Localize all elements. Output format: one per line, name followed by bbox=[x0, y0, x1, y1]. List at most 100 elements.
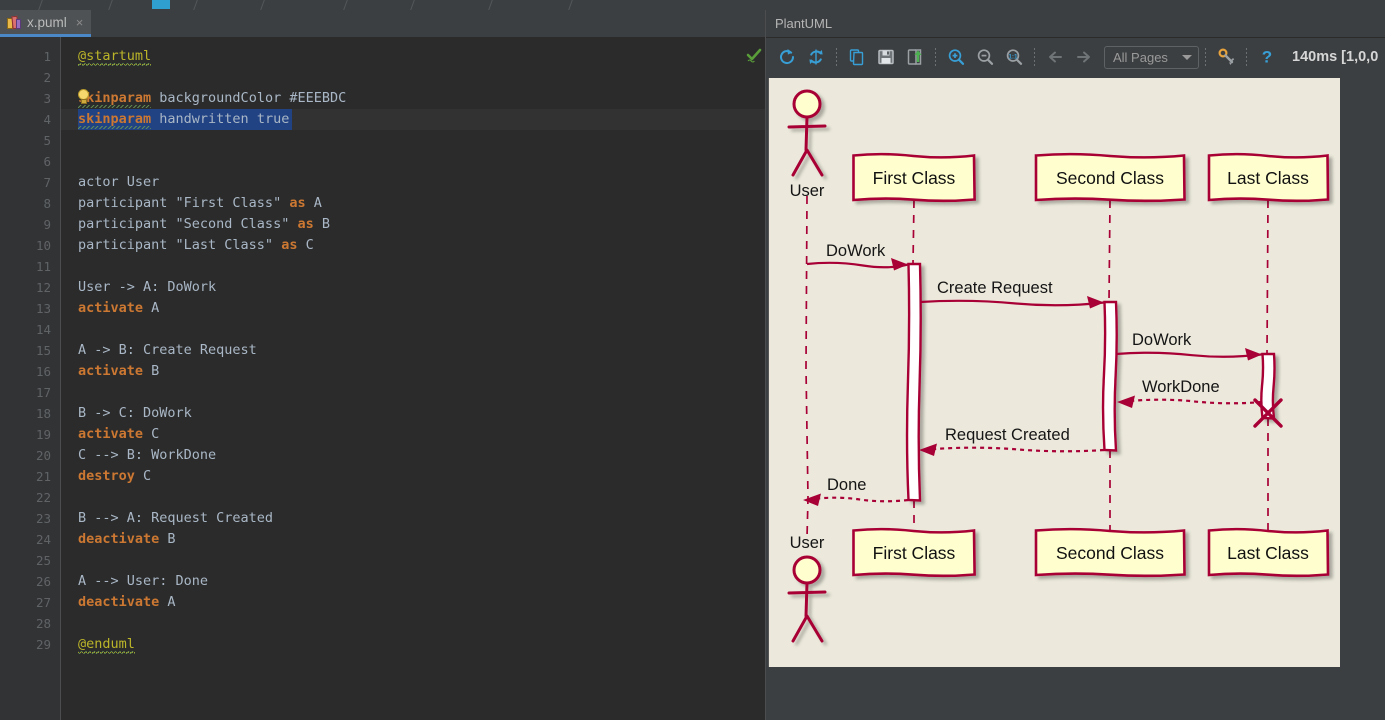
settings-button[interactable] bbox=[1212, 43, 1240, 71]
line-number-gutter[interactable]: 1 2 3 4 5 6 7 8 9 10 11 12 13 14 15 16 17 18 19 20 21 22 23 24 2… bbox=[0, 37, 60, 720]
editor-tab-label: x.puml bbox=[27, 14, 67, 30]
code-token: participant "Last Class" bbox=[78, 237, 282, 253]
refresh-button[interactable] bbox=[773, 43, 801, 71]
code-token: handwritten true bbox=[151, 111, 290, 127]
zoom-out-button[interactable] bbox=[971, 43, 999, 71]
code-token: C --> B: WorkDone bbox=[78, 447, 217, 463]
code-line[interactable]: actor User bbox=[78, 172, 159, 193]
next-page-button[interactable] bbox=[1070, 43, 1098, 71]
code-line[interactable]: @enduml bbox=[78, 634, 135, 655]
code-line[interactable]: B --> A: Request Created bbox=[78, 508, 273, 529]
code-token: skinparam bbox=[78, 111, 152, 127]
code-line[interactable]: activate A bbox=[78, 298, 159, 319]
code-token: backgroundColor #EEEBDC bbox=[151, 90, 347, 106]
code-line[interactable]: activate C bbox=[78, 424, 159, 445]
line-number: 28 bbox=[35, 616, 51, 631]
code-line[interactable]: destroy C bbox=[78, 466, 151, 487]
code-token: actor User bbox=[78, 174, 160, 190]
code-line[interactable]: A --> User: Done bbox=[78, 571, 208, 592]
export-button[interactable] bbox=[901, 43, 929, 71]
code-token: A bbox=[305, 195, 322, 211]
message-label-dowork-2: DoWork bbox=[1132, 331, 1192, 349]
line-number: 18 bbox=[35, 406, 51, 421]
reload-button[interactable] bbox=[802, 43, 830, 71]
activation-bar-first-class bbox=[905, 262, 922, 502]
participant-label-first-class-top: First Class bbox=[873, 168, 956, 188]
plantuml-header: PlantUML bbox=[766, 10, 1385, 38]
code-line[interactable]: participant "Last Class" as C bbox=[78, 235, 314, 256]
zoom-in-button[interactable] bbox=[942, 43, 970, 71]
code-line[interactable]: User -> A: DoWork bbox=[78, 277, 216, 298]
code-editor-area[interactable]: @startuml skinparam backgroundColor #EEEB… bbox=[61, 37, 766, 720]
line-number: 9 bbox=[43, 217, 51, 232]
line-number: 13 bbox=[35, 301, 51, 316]
line-number: 21 bbox=[35, 469, 51, 484]
prev-page-button[interactable] bbox=[1041, 43, 1069, 71]
line-number: 14 bbox=[35, 322, 51, 337]
render-status-text: 140ms [1,0,0 bbox=[1292, 49, 1379, 65]
message-label-request-created: Request Created bbox=[945, 426, 1070, 444]
help-button[interactable]: ? bbox=[1253, 43, 1281, 71]
lightbulb-icon[interactable] bbox=[76, 89, 91, 106]
copy-button[interactable] bbox=[843, 43, 871, 71]
activation-bar-second-class bbox=[1101, 300, 1118, 452]
close-icon[interactable]: × bbox=[76, 15, 84, 30]
lifeline-user bbox=[805, 195, 809, 539]
actor-label-user-top: User bbox=[790, 182, 825, 200]
code-token: B bbox=[159, 531, 176, 547]
line-number: 3 bbox=[43, 91, 51, 106]
line-number: 2 bbox=[43, 70, 51, 85]
toolbar-separator bbox=[935, 47, 936, 67]
code-line[interactable]: deactivate B bbox=[78, 529, 176, 550]
code-line[interactable]: A -> B: Create Request bbox=[78, 340, 257, 361]
code-line[interactable]: C --> B: WorkDone bbox=[78, 445, 216, 466]
save-button[interactable] bbox=[872, 43, 900, 71]
line-number: 23 bbox=[35, 511, 51, 526]
code-token: deactivate bbox=[78, 594, 160, 610]
zoom-actual-size-button[interactable]: 1:1 bbox=[1000, 43, 1028, 71]
app-window: x.puml × 1 2 3 4 5 6 7 8 9 10 11 12 13 14 15 16 17 18 19 20… bbox=[0, 0, 1385, 720]
code-token: A bbox=[159, 594, 176, 610]
line-number: 27 bbox=[35, 595, 51, 610]
pages-dropdown[interactable]: All Pages bbox=[1104, 45, 1199, 69]
code-line[interactable]: deactivate A bbox=[78, 592, 176, 613]
toolbar-separator bbox=[836, 47, 837, 67]
code-line[interactable]: skinparam handwritten true bbox=[78, 109, 289, 130]
participant-label-second-class-top: Second Class bbox=[1056, 168, 1164, 188]
code-token: participant "Second Class" bbox=[78, 216, 298, 232]
code-line[interactable]: activate B bbox=[78, 361, 159, 382]
code-token: C bbox=[134, 468, 152, 484]
svg-text:?: ? bbox=[1262, 48, 1272, 67]
pages-dropdown-value: All Pages bbox=[1113, 49, 1168, 65]
line-number: 8 bbox=[43, 196, 51, 211]
message-dowork-user-to-a: DoWork bbox=[806, 242, 909, 271]
participant-label-last-class-top: Last Class bbox=[1227, 168, 1309, 188]
code-line[interactable]: @startuml bbox=[78, 46, 152, 67]
code-token: activate bbox=[78, 363, 144, 379]
code-line[interactable]: participant "Second Class" as B bbox=[78, 214, 330, 235]
green-check-icon[interactable] bbox=[746, 48, 762, 64]
editor-tab-x-puml[interactable]: x.puml × bbox=[0, 10, 92, 37]
message-label-done: Done bbox=[827, 476, 866, 494]
code-token: A bbox=[143, 300, 160, 316]
participant-label-last-class-bottom: Last Class bbox=[1227, 543, 1309, 563]
line-number: 11 bbox=[35, 259, 51, 274]
message-request-created: Request Created bbox=[919, 426, 1105, 456]
code-token: A -> B: Create Request bbox=[78, 342, 257, 358]
code-line[interactable]: skinparam backgroundColor #EEEBDC bbox=[78, 88, 346, 109]
line-number: 20 bbox=[35, 448, 51, 463]
line-number: 24 bbox=[35, 532, 51, 547]
line-number: 26 bbox=[35, 574, 51, 589]
message-done: Done bbox=[803, 476, 909, 506]
code-token: C bbox=[297, 237, 314, 253]
code-line[interactable]: B -> C: DoWork bbox=[78, 403, 192, 424]
code-token: deactivate bbox=[78, 531, 160, 547]
svg-text:1:1: 1:1 bbox=[1008, 53, 1018, 60]
code-token: activate bbox=[78, 426, 144, 442]
code-line[interactable]: participant "First Class" as A bbox=[78, 193, 322, 214]
message-create-request: Create Request bbox=[919, 279, 1105, 309]
code-token: C bbox=[143, 426, 160, 442]
code-token: @enduml bbox=[78, 636, 135, 653]
actor-label-user-bottom: User bbox=[790, 534, 825, 552]
diagram-scroll-area[interactable]: User First Class Second Class Last Class bbox=[766, 75, 1385, 720]
